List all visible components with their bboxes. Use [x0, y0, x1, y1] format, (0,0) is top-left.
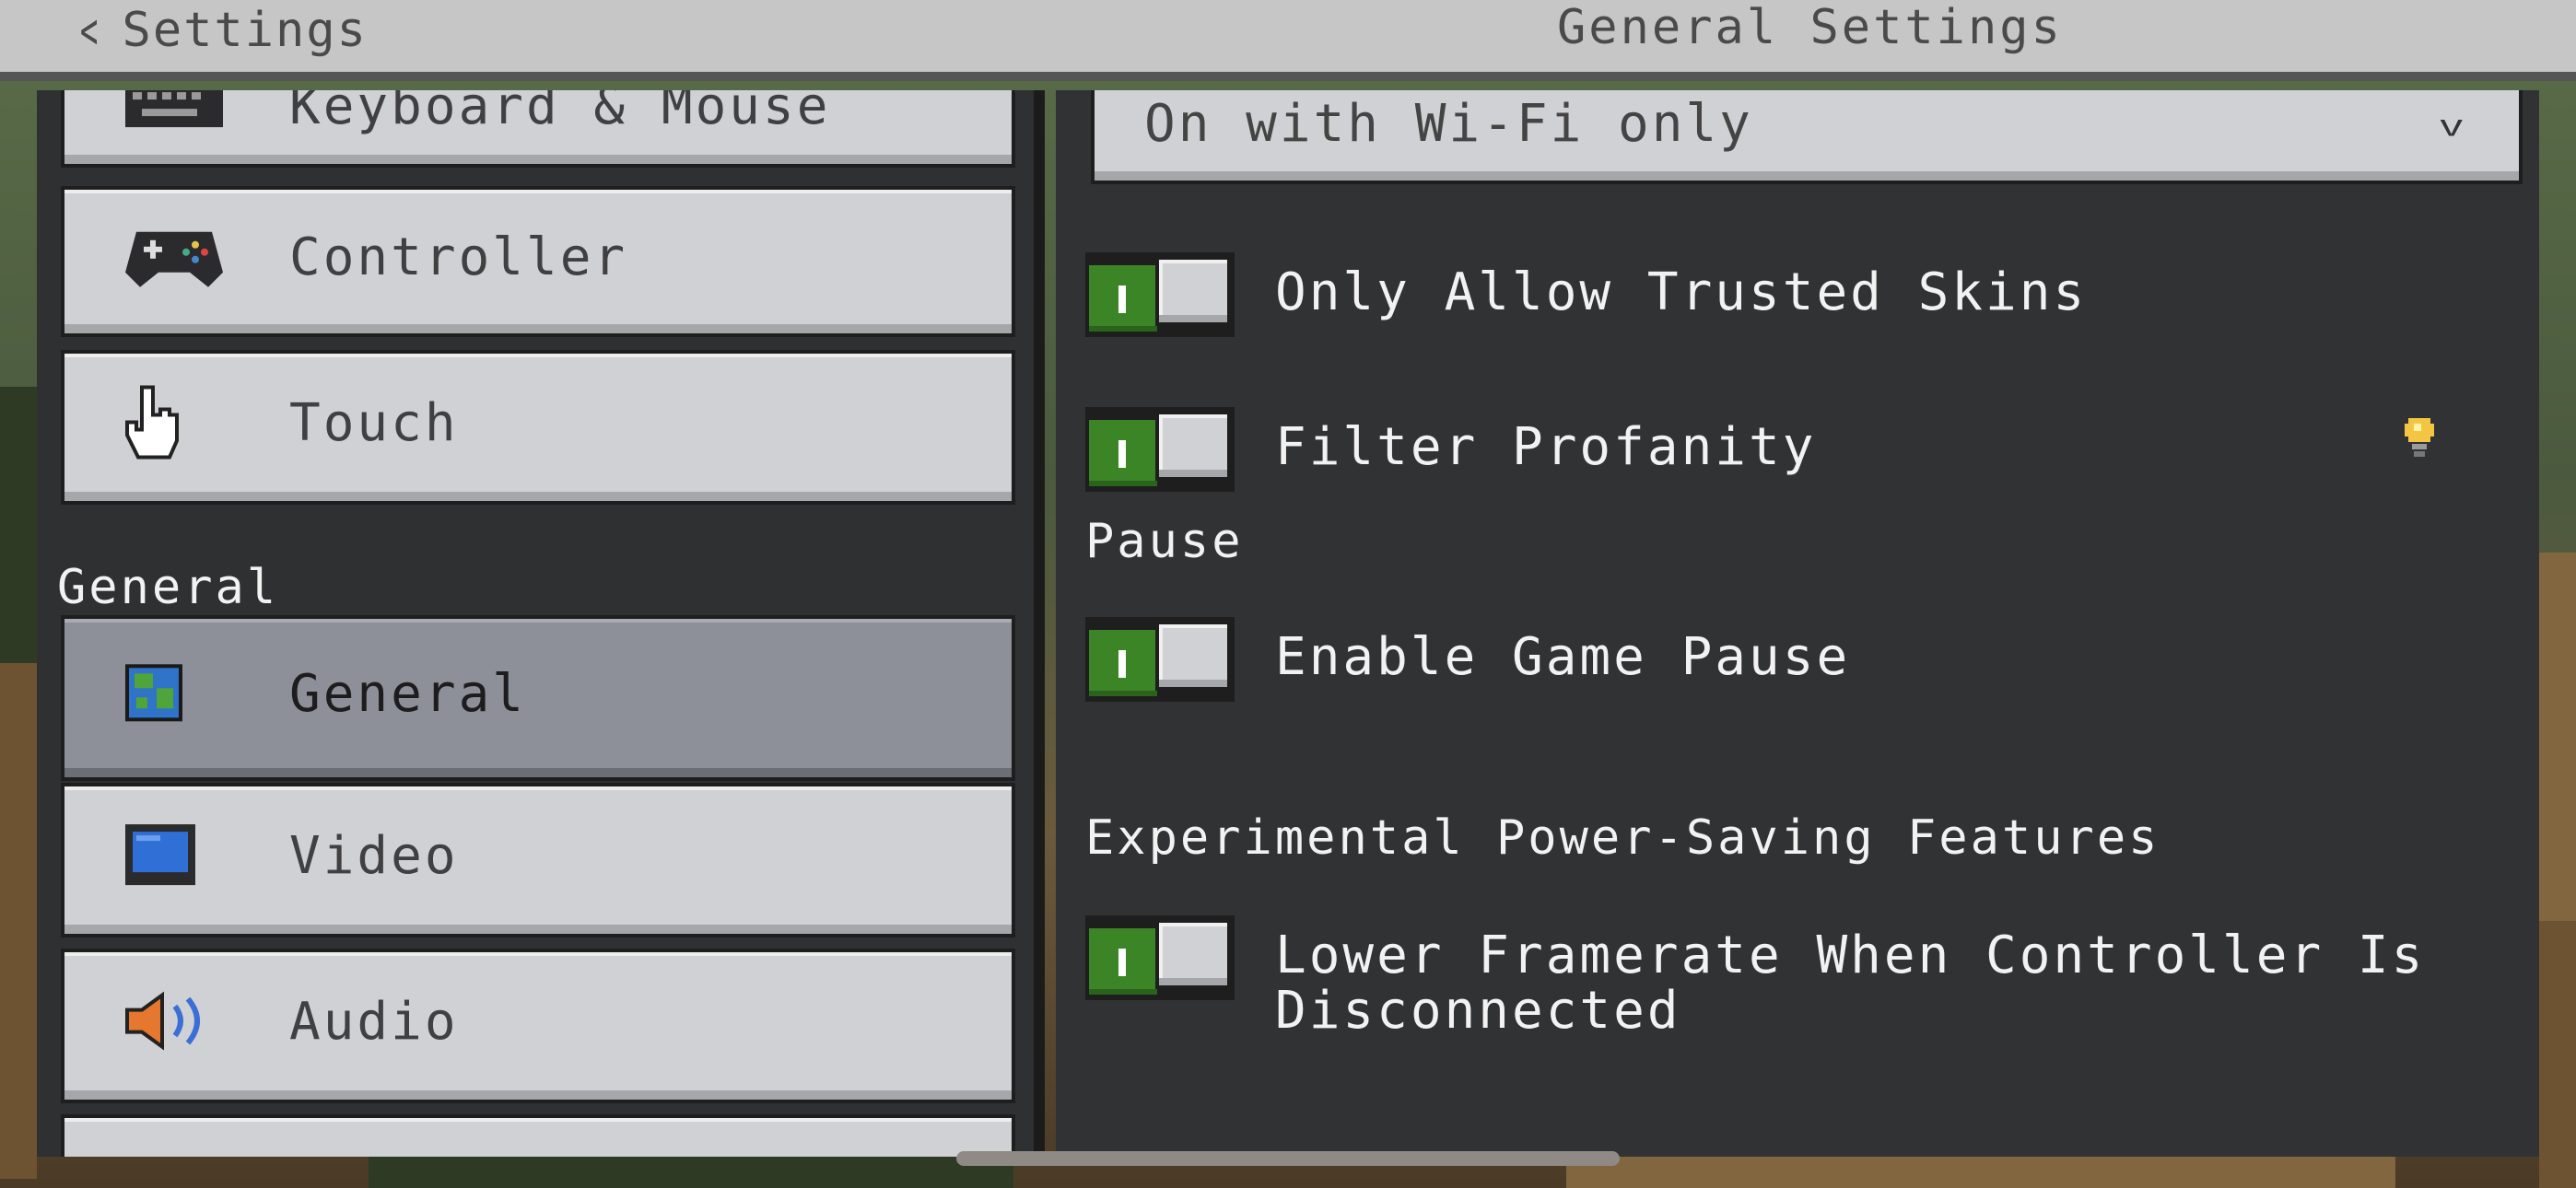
back-button-label: Settings	[122, 3, 368, 58]
sidebar-item-video[interactable]: Video	[61, 783, 1015, 938]
sidebar-item-general[interactable]: General	[61, 615, 1015, 781]
wifi-download-dropdown[interactable]: On with Wi-Fi only V	[1091, 90, 2523, 184]
dropdown-value: On with Wi-Fi only	[1144, 94, 1753, 154]
section-header-power-saving: Experimental Power-Saving Features	[1085, 810, 2160, 866]
filter-profanity-label: Filter Profanity	[1275, 417, 1817, 477]
trusted-skins-label: Only Allow Trusted Skins	[1275, 262, 2088, 322]
sidebar-item-label: Video	[289, 825, 459, 886]
home-indicator[interactable]	[956, 1151, 1620, 1166]
setting-row-game-pause: Enable Game Pause	[1085, 617, 1850, 702]
trusted-skins-toggle[interactable]	[1085, 252, 1235, 337]
page-title: General Settings	[1557, 0, 2063, 55]
lightbulb-icon[interactable]	[2401, 414, 2438, 462]
general-settings-panel: On with Wi-Fi only V Only Allow Trusted …	[1056, 90, 2539, 1157]
sidebar-item-controller[interactable]: Controller	[61, 186, 1015, 337]
hand-pointer-icon	[123, 382, 188, 465]
game-pause-label: Enable Game Pause	[1275, 627, 1851, 687]
sidebar-scrollbar[interactable]	[1034, 90, 1045, 1157]
setting-row-trusted-skins: Only Allow Trusted Skins	[1085, 252, 2087, 337]
sidebar-item-label: Controller	[289, 227, 628, 287]
back-button[interactable]: < Settings	[74, 0, 368, 61]
chevron-left-icon: <	[79, 1, 100, 60]
section-header-pause: Pause	[1085, 514, 1244, 569]
globe-icon	[123, 660, 184, 728]
sidebar-item-partial[interactable]	[61, 1114, 1015, 1157]
sidebar-item-label: Touch	[289, 392, 459, 453]
sidebar-item-touch[interactable]: Touch	[61, 350, 1015, 505]
top-header: < Settings General Settings	[0, 0, 2576, 81]
sidebar-item-audio[interactable]: Audio	[61, 949, 1015, 1103]
sidebar-item-label: General	[289, 663, 527, 724]
sidebar-item-label: Audio	[289, 991, 459, 1052]
section-header-general: General	[57, 560, 279, 615]
monitor-icon	[123, 821, 197, 892]
setting-row-lower-framerate: Lower Framerate When Controller Is Disco…	[1085, 915, 2425, 1039]
sidebar-item-keyboard-mouse[interactable]: Keyboard & Mouse	[61, 90, 1015, 168]
lower-framerate-toggle[interactable]	[1085, 915, 1235, 1000]
lower-framerate-label: Lower Framerate When Controller Is Disco…	[1275, 926, 2426, 1041]
game-pause-toggle[interactable]	[1085, 617, 1235, 702]
gamepad-icon	[123, 219, 225, 297]
settings-sidebar[interactable]: Keyboard & Mouse Controller Touch Genera…	[37, 90, 1041, 1157]
sidebar-item-label: Keyboard & Mouse	[289, 90, 831, 136]
keyboard-icon	[123, 90, 225, 134]
speaker-icon	[123, 991, 212, 1054]
chevron-down-icon: V	[2439, 115, 2465, 142]
setting-row-filter-profanity: Filter Profanity	[1085, 407, 1816, 492]
filter-profanity-toggle[interactable]	[1085, 407, 1235, 492]
